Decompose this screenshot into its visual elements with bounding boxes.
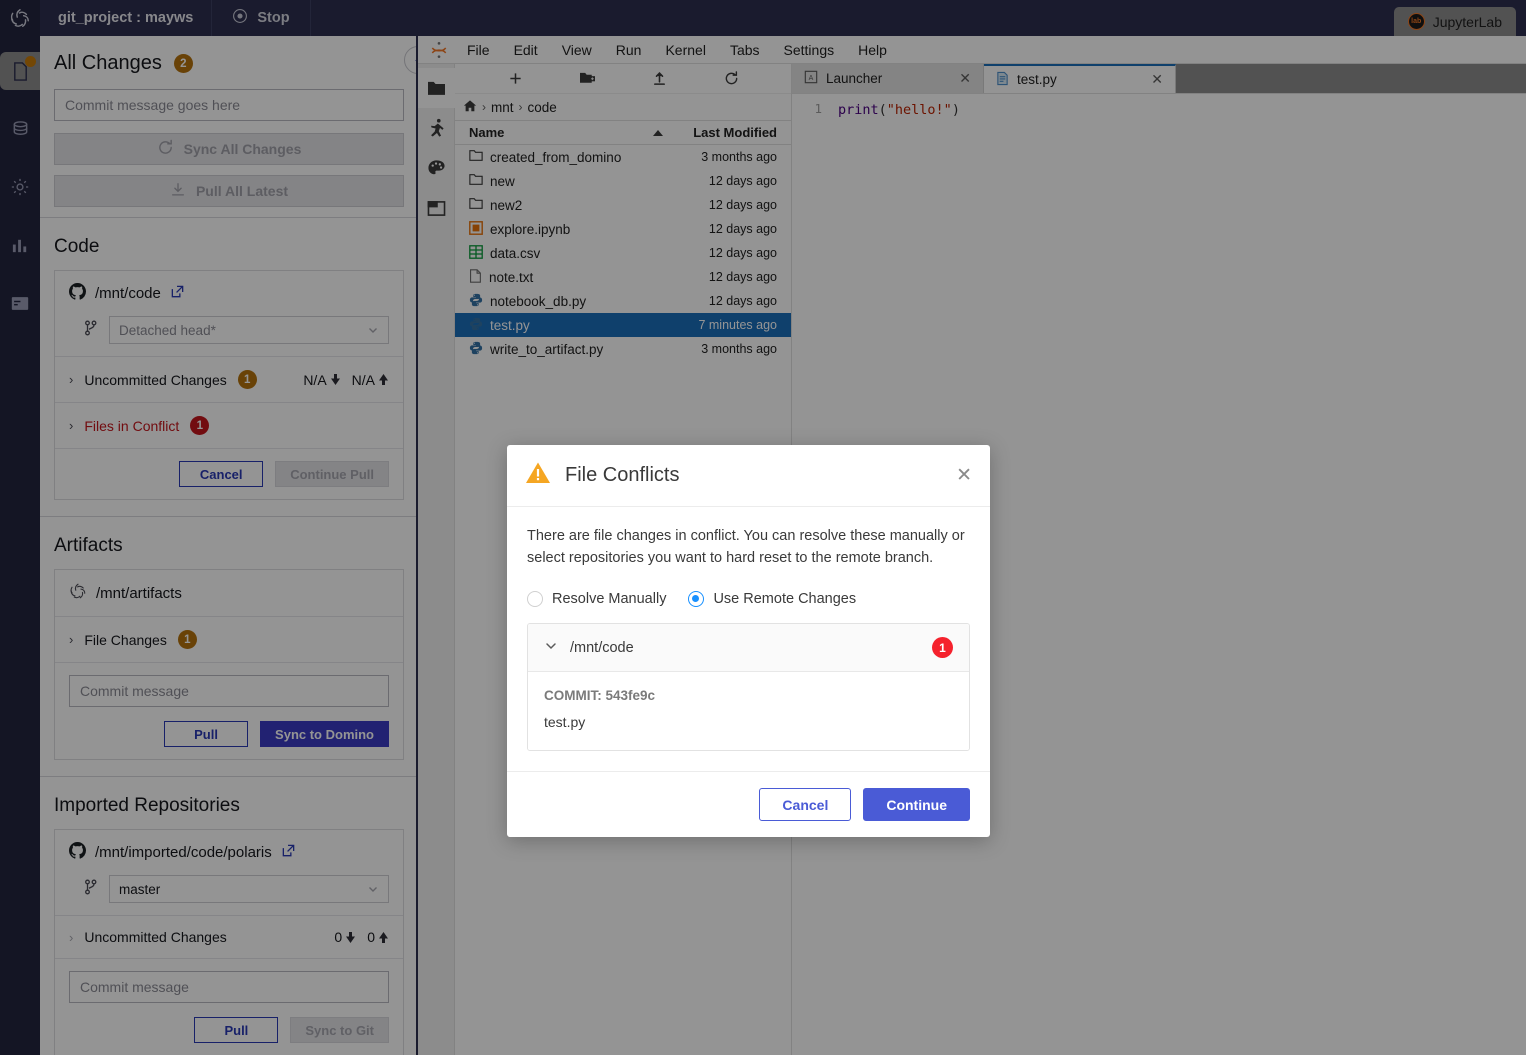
dialog-continue-button[interactable]: Continue — [863, 788, 970, 821]
conflict-repo-box: /mnt/code 1 COMMIT: 543fe9c test.py — [527, 623, 970, 751]
radio-resolve-manually[interactable] — [527, 591, 543, 607]
dialog-cancel-button[interactable]: Cancel — [759, 788, 852, 821]
chevron-down-icon — [544, 639, 558, 657]
option-resolve-manually[interactable]: Resolve Manually — [527, 591, 666, 607]
option-use-remote-changes[interactable]: Use Remote Changes — [688, 591, 856, 607]
resolution-options: Resolve Manually Use Remote Changes — [527, 591, 970, 607]
conflict-repo-body: COMMIT: 543fe9c test.py — [528, 672, 969, 750]
warning-icon — [525, 461, 551, 490]
conflict-repo-count: 1 — [932, 637, 953, 658]
dialog-footer: Cancel Continue — [507, 771, 990, 837]
file-conflicts-dialog: File Conflicts ✕ There are file changes … — [507, 445, 990, 837]
dialog-body: There are file changes in conflict. You … — [507, 507, 990, 771]
conflict-commit-label: COMMIT: 543fe9c — [544, 688, 656, 703]
conflict-repo-header[interactable]: /mnt/code 1 — [528, 624, 969, 672]
close-icon[interactable]: ✕ — [956, 466, 972, 485]
radio-use-remote-changes[interactable] — [688, 591, 705, 607]
conflict-file-name: test.py — [544, 714, 586, 730]
dialog-description: There are file changes in conflict. You … — [527, 528, 965, 566]
option-resolve-manually-label: Resolve Manually — [552, 591, 667, 607]
app-root: git_project : mayws Stop All Changes 2 C… — [0, 0, 1526, 1055]
dialog-header: File Conflicts ✕ — [507, 445, 990, 507]
option-use-remote-changes-label: Use Remote Changes — [713, 591, 857, 607]
dialog-title: File Conflicts — [565, 464, 680, 486]
conflict-repo-path: /mnt/code — [570, 639, 634, 656]
